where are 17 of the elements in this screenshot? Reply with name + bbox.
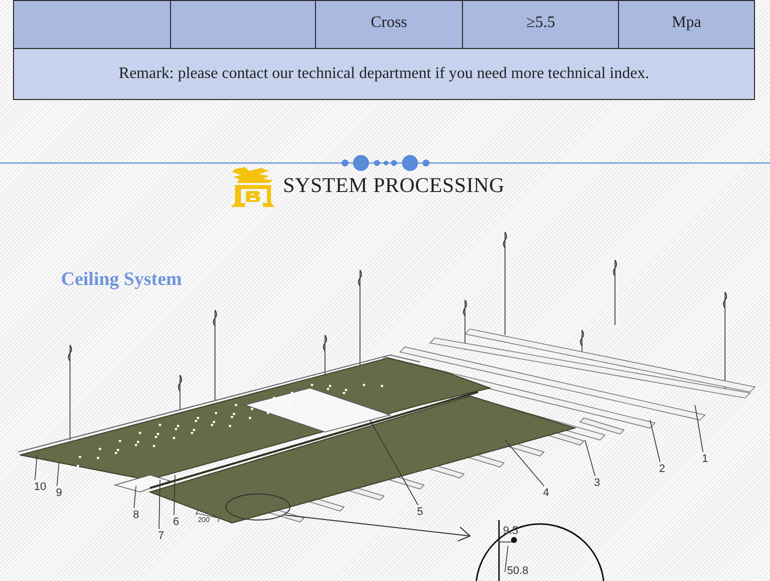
part-number-label: 7: [158, 530, 164, 542]
part-number-label: 8: [133, 509, 140, 521]
section-title: SYSTEM PROCESSING: [283, 172, 505, 200]
part-number-label: 2: [659, 463, 666, 475]
part-number-label: 4: [543, 487, 550, 499]
part-number-label: 9: [56, 487, 62, 499]
part-number-label: 5: [417, 506, 424, 518]
part-number-label: 1: [702, 453, 708, 465]
table-cell: ≥5.5: [526, 14, 556, 31]
dimension-label: 50.8: [507, 565, 528, 577]
remark-text: Remark: please contact our technical department if you need more technical index.: [118, 65, 650, 82]
table-cell: Mpa: [672, 14, 702, 31]
diagram-title: Ceiling System: [61, 269, 182, 290]
part-number-label: 6: [173, 516, 180, 528]
table-cell: Cross: [370, 14, 408, 31]
part-number-label: 3: [594, 477, 600, 489]
part-number-label: 10: [34, 481, 46, 493]
